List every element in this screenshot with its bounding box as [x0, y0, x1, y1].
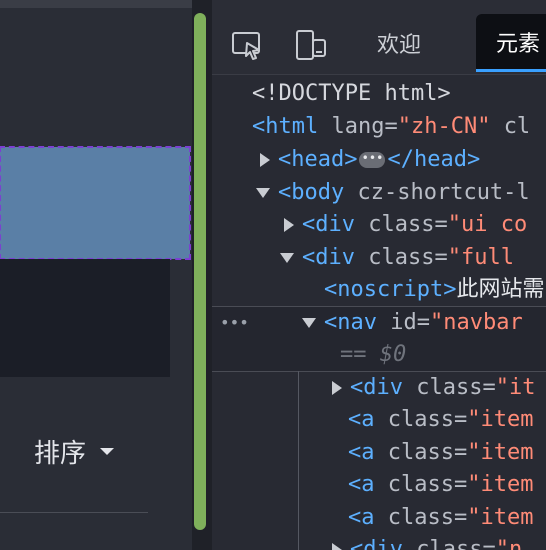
tab-elements[interactable]: 元素 [476, 14, 546, 72]
attr-name: cz-shortcut-l [357, 180, 530, 205]
pane-splitter[interactable] [194, 13, 206, 530]
dom-node-div[interactable]: <div class="ui co [212, 209, 546, 241]
tag-name: <div [350, 375, 403, 400]
attr-name: class= [387, 472, 468, 497]
dom-node-a[interactable]: <a class="item [212, 437, 546, 469]
dom-node-div[interactable]: <div class="n [212, 534, 546, 550]
attr-name: id= [390, 310, 430, 335]
collapse-icon[interactable] [256, 188, 270, 198]
page-viewport: 排序 [0, 0, 192, 550]
attr-name: cl [503, 114, 531, 139]
dom-node-a[interactable]: <a class="item [212, 404, 546, 436]
collapse-icon[interactable] [302, 318, 316, 328]
dom-node-a[interactable]: <a class="item [212, 469, 546, 501]
attr-name: class= [416, 537, 496, 550]
attr-value: "item [467, 472, 534, 497]
attr-name: lang= [331, 114, 398, 139]
expand-icon[interactable] [260, 153, 270, 167]
doctype-text: <!DOCTYPE html> [252, 81, 451, 106]
tag-name: <head> [278, 147, 358, 172]
tag-name: <nav [324, 310, 377, 335]
attr-value: "navbar [429, 310, 523, 335]
tag-name: <a [348, 407, 375, 432]
attr-name: class= [416, 375, 496, 400]
attr-name: class= [387, 407, 468, 432]
dom-node-html[interactable]: <html lang="zh-CN" cl [212, 111, 546, 143]
collapse-icon[interactable] [280, 253, 294, 263]
ellipsis-icon[interactable]: ••• [359, 152, 386, 168]
tag-name: <a [348, 472, 375, 497]
divider [0, 512, 148, 513]
dom-node-head[interactable]: <head> ••• </head> [212, 144, 546, 176]
attr-value: "ui co [447, 212, 528, 237]
content-panel [0, 259, 170, 377]
more-icon[interactable]: ••• [220, 307, 249, 339]
attr-value: "item [467, 407, 534, 432]
dom-node-a[interactable]: <a class="item [212, 502, 546, 534]
dom-node-div[interactable]: <div class="full [212, 242, 546, 274]
tag-name: <a [348, 505, 375, 530]
attr-value: "n [495, 537, 523, 550]
attr-name: class= [368, 245, 448, 270]
selected-node-marker: == $0 [340, 342, 407, 367]
tag-name: <div [302, 245, 355, 270]
tag-name: <div [350, 537, 403, 550]
devtools-toolbar: 欢迎 元素 [212, 0, 546, 75]
dom-node-body[interactable]: <body cz-shortcut-l [212, 177, 546, 209]
dom-node-noscript[interactable]: <noscript>此网站需 [212, 274, 546, 306]
tag-name: <a [348, 440, 375, 465]
tag-name: <html [252, 114, 319, 139]
dom-tree: <!DOCTYPE html> <html lang="zh-CN" cl <h… [212, 75, 546, 550]
dom-node-div[interactable]: <div class="it [212, 372, 546, 404]
attr-name: class= [387, 440, 468, 465]
attr-value: "zh-CN" [397, 114, 491, 139]
device-toolbar-icon[interactable] [294, 28, 328, 62]
attr-value: "item [467, 440, 534, 465]
dom-node-nav-selected[interactable]: ••• <nav id="navbar == $0 [212, 306, 546, 372]
attr-name: class= [387, 505, 468, 530]
attr-name: class= [368, 212, 448, 237]
expand-icon[interactable] [332, 543, 342, 550]
sort-button[interactable]: 排序 [34, 433, 115, 469]
expand-icon[interactable] [332, 381, 342, 395]
dom-node-doctype[interactable]: <!DOCTYPE html> [212, 78, 546, 110]
expand-icon[interactable] [284, 218, 294, 232]
tag-name: <noscript> [324, 277, 457, 302]
sort-label: 排序 [34, 438, 87, 469]
tab-welcome[interactable]: 欢迎 [377, 14, 421, 72]
inspect-icon[interactable] [230, 28, 264, 62]
chevron-down-icon [100, 447, 115, 455]
highlighted-navbar[interactable] [0, 146, 191, 376]
page-header-strip [0, 0, 192, 8]
attr-value: "item [467, 505, 534, 530]
devtools-panel: 欢迎 元素 <!DOCTYPE html> <html lang="zh-CN"… [212, 0, 546, 550]
tag-name: <div [302, 212, 355, 237]
attr-value: "it [495, 375, 536, 400]
tag-name: </head> [387, 147, 481, 172]
text-node: 此网站需 [456, 277, 545, 302]
attr-value: "full [447, 245, 514, 270]
tag-name: <body [278, 180, 345, 205]
